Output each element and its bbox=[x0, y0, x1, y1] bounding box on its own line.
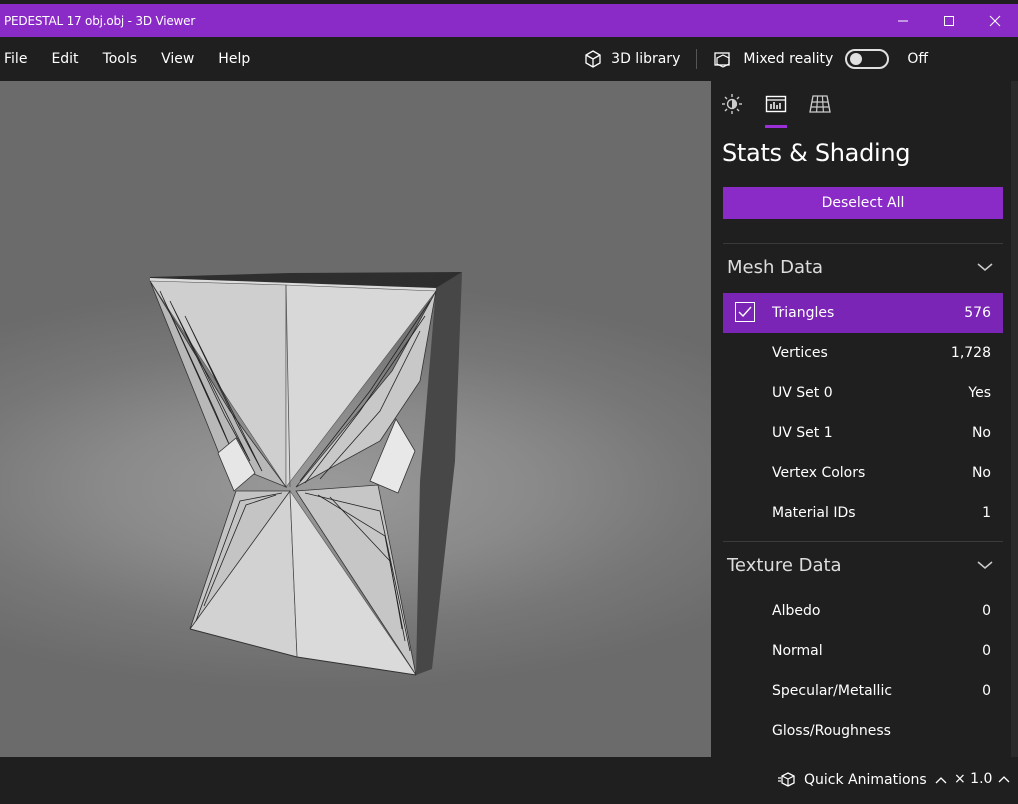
row-value: 576 bbox=[964, 305, 991, 321]
quick-animations-label: Quick Animations bbox=[804, 772, 927, 788]
chevron-down-icon bbox=[977, 561, 993, 569]
mixed-reality-control[interactable]: Mixed reality Off bbox=[699, 49, 1018, 69]
row-name: UV Set 0 bbox=[772, 385, 833, 401]
deselect-all-button[interactable]: Deselect All bbox=[723, 187, 1003, 219]
animation-speed-control[interactable]: × 1.0 bbox=[954, 771, 1010, 787]
row-name: Specular/Metallic bbox=[772, 683, 893, 699]
window-controls bbox=[880, 4, 1018, 37]
texture-data-header[interactable]: Texture Data bbox=[723, 545, 1003, 585]
menu-right-group: 3D library Mixed reality Off bbox=[569, 37, 1018, 81]
pedestal-model bbox=[149, 272, 462, 676]
sun-icon bbox=[722, 94, 742, 114]
window-title: PEDESTAL 17 obj.obj - 3D Viewer bbox=[4, 13, 196, 28]
tab-stats[interactable] bbox=[765, 93, 789, 117]
texture-data-label: Texture Data bbox=[727, 554, 842, 576]
tab-lighting[interactable] bbox=[721, 93, 745, 117]
menu-view[interactable]: View bbox=[149, 51, 206, 67]
section-divider bbox=[723, 243, 1003, 244]
chevron-down-icon bbox=[977, 263, 993, 271]
mixed-reality-icon bbox=[714, 52, 731, 68]
menu-separator bbox=[696, 49, 698, 69]
3d-library-button[interactable]: 3D library bbox=[569, 49, 694, 69]
menu-tools[interactable]: Tools bbox=[91, 51, 150, 67]
stats-panel: Stats & Shading Deselect All Mesh Data T… bbox=[711, 81, 1011, 757]
chart-icon bbox=[765, 95, 787, 113]
chevron-up-icon bbox=[935, 772, 947, 788]
speed-label: × 1.0 bbox=[954, 771, 993, 787]
mesh-data-label: Mesh Data bbox=[727, 256, 824, 278]
chevron-up-icon bbox=[998, 771, 1010, 787]
row-value: No bbox=[971, 465, 991, 481]
panel-title: Stats & Shading bbox=[722, 139, 911, 167]
mesh-row-vertices[interactable]: Vertices 1,728 bbox=[723, 333, 1003, 373]
row-value: 1 bbox=[982, 505, 991, 521]
row-name: Triangles bbox=[772, 305, 835, 321]
mesh-row-triangles[interactable]: Triangles 576 bbox=[723, 293, 1003, 333]
mesh-data-header[interactable]: Mesh Data bbox=[723, 247, 1003, 287]
menu-file[interactable]: File bbox=[0, 51, 39, 67]
mixed-reality-toggle[interactable] bbox=[845, 49, 890, 69]
checkmark-icon bbox=[738, 306, 752, 318]
checkbox[interactable] bbox=[735, 302, 755, 322]
menu-edit[interactable]: Edit bbox=[39, 51, 90, 67]
mesh-row-uv-set-0[interactable]: UV Set 0 Yes bbox=[723, 373, 1003, 413]
active-tab-indicator bbox=[765, 125, 787, 128]
texture-row-gloss-roughness[interactable]: Gloss/Roughness bbox=[723, 711, 1003, 751]
mesh-row-material-ids[interactable]: Material IDs 1 bbox=[723, 493, 1003, 533]
toggle-knob bbox=[850, 53, 863, 65]
3d-viewport[interactable] bbox=[0, 81, 711, 757]
row-value: 0 bbox=[982, 603, 991, 619]
row-name: Material IDs bbox=[772, 505, 856, 521]
row-name: Vertices bbox=[772, 345, 828, 361]
mesh-row-vertex-colors[interactable]: Vertex Colors No bbox=[723, 453, 1003, 493]
quick-animations-button[interactable]: Quick Animations bbox=[778, 771, 947, 789]
maximize-icon bbox=[944, 15, 954, 26]
row-value: Yes bbox=[968, 385, 991, 401]
tab-grid[interactable] bbox=[809, 93, 833, 117]
panel-scrollbar-track[interactable] bbox=[1011, 81, 1018, 757]
minimize-icon bbox=[898, 20, 908, 21]
row-value: 1,728 bbox=[950, 345, 991, 361]
cube-icon bbox=[585, 50, 601, 68]
bottom-bar: Quick Animations × 1.0 bbox=[0, 757, 1018, 804]
close-button[interactable] bbox=[972, 4, 1018, 37]
3d-library-label: 3D library bbox=[611, 51, 681, 67]
grid-icon bbox=[809, 95, 831, 113]
row-name: UV Set 1 bbox=[772, 425, 833, 441]
texture-row-albedo[interactable]: Albedo 0 bbox=[723, 591, 1003, 631]
title-bar: PEDESTAL 17 obj.obj - 3D Viewer bbox=[0, 0, 1018, 37]
row-name: Normal bbox=[772, 643, 823, 659]
animation-cube-icon bbox=[778, 772, 795, 787]
toggle-state-label: Off bbox=[907, 51, 928, 67]
texture-row-normal[interactable]: Normal 0 bbox=[723, 631, 1003, 671]
minimize-button[interactable] bbox=[880, 4, 926, 37]
menu-bar: File Edit Tools View Help 3D library Mix… bbox=[0, 37, 1018, 81]
close-icon bbox=[989, 15, 1001, 26]
menu-help[interactable]: Help bbox=[206, 51, 262, 67]
row-name: Vertex Colors bbox=[772, 465, 866, 481]
row-name: Gloss/Roughness bbox=[772, 723, 891, 739]
mesh-row-uv-set-1[interactable]: UV Set 1 No bbox=[723, 413, 1003, 453]
texture-row-specular-metallic[interactable]: Specular/Metallic 0 bbox=[723, 671, 1003, 711]
row-value: 0 bbox=[982, 683, 991, 699]
row-name: Albedo bbox=[772, 603, 821, 619]
maximize-button[interactable] bbox=[926, 4, 972, 37]
row-value: 0 bbox=[982, 643, 991, 659]
mixed-reality-label: Mixed reality bbox=[743, 51, 834, 67]
panel-tabs bbox=[711, 81, 1011, 129]
row-value: No bbox=[971, 425, 991, 441]
section-divider bbox=[723, 541, 1003, 542]
